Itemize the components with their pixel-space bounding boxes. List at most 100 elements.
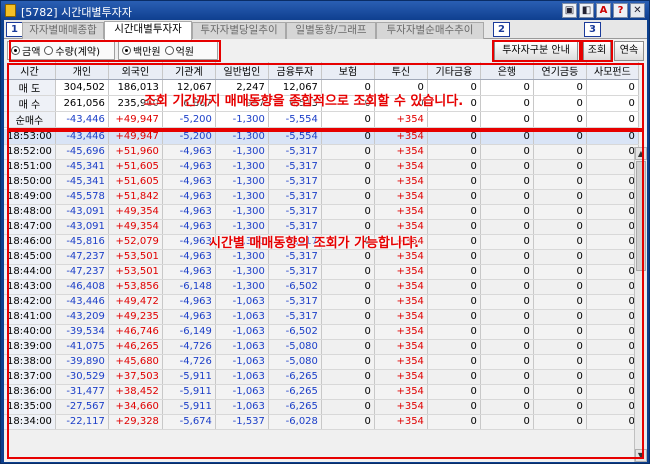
scroll-up-icon[interactable]: ▲ bbox=[635, 147, 647, 160]
table-row[interactable]: 18:43:00 -46,408 +53,856 -6,148 -1,300 -6,502… bbox=[4, 279, 639, 295]
query-button[interactable]: 조회 bbox=[583, 41, 611, 61]
tab-daily-trend[interactable]: 투자자별당일추이 bbox=[192, 22, 286, 39]
value-cell: 0 bbox=[533, 354, 587, 370]
column-header[interactable]: 개인 bbox=[55, 62, 109, 80]
value-cell: 0 bbox=[321, 159, 375, 175]
window-title: [5782] 시간대별투자자 bbox=[21, 6, 132, 19]
column-header[interactable]: 연기금등 bbox=[533, 62, 587, 80]
value-cell: +51,605 bbox=[108, 159, 163, 175]
radio-amount[interactable]: 금액 bbox=[11, 43, 40, 58]
column-header[interactable]: 일반법인 bbox=[215, 62, 269, 80]
time-cell: 18:39:00 bbox=[4, 339, 56, 355]
column-header[interactable]: 보험 bbox=[321, 62, 375, 80]
table-row[interactable]: 18:39:00 -41,075 +46,265 -4,726 -1,063 -5,080… bbox=[4, 339, 639, 355]
continue-button[interactable]: 연속 bbox=[614, 41, 644, 61]
unit-group: 백만원 억원 bbox=[118, 41, 218, 60]
summary-cell: 0 bbox=[480, 95, 534, 112]
radio-quantity[interactable]: 수량(계약) bbox=[44, 43, 100, 58]
value-cell: -5,317 bbox=[268, 174, 322, 190]
help-icon[interactable]: ? bbox=[613, 3, 628, 18]
column-header[interactable]: 투신 bbox=[374, 62, 428, 80]
table-row[interactable]: 18:49:00 -45,578 +51,842 -4,963 -1,300 -5,317… bbox=[4, 189, 639, 205]
table-row[interactable]: 18:44:00 -47,237 +53,501 -4,963 -1,300 -5,317… bbox=[4, 264, 639, 280]
scroll-thumb[interactable] bbox=[636, 161, 646, 271]
time-cell: 18:46:00 bbox=[4, 234, 56, 250]
column-header[interactable]: 사모펀드 bbox=[586, 62, 639, 80]
close-icon[interactable]: ✕ bbox=[630, 3, 645, 18]
value-cell: 0 bbox=[586, 354, 639, 370]
tab-daily-graph[interactable]: 일별동향/그래프 bbox=[286, 22, 376, 39]
value-cell: -6,265 bbox=[268, 369, 322, 385]
value-cell: +51,842 bbox=[108, 189, 163, 205]
tab-net-buy-trend[interactable]: 투자자별순매수추이 bbox=[376, 22, 484, 39]
table-row[interactable]: 18:51:00 -45,341 +51,605 -4,963 -1,300 -5,317… bbox=[4, 159, 639, 175]
value-cell: 0 bbox=[321, 354, 375, 370]
value-cell: -43,091 bbox=[55, 219, 109, 235]
tab-investor-summary[interactable]: 자자별매매종합 bbox=[22, 22, 104, 39]
value-cell: 0 bbox=[321, 249, 375, 265]
value-cell: +354 bbox=[374, 279, 428, 295]
table-row[interactable]: 18:35:00 -27,567 +34,660 -5,911 -1,063 -6,265… bbox=[4, 399, 639, 415]
column-header[interactable]: 은행 bbox=[480, 62, 534, 80]
table-row[interactable]: 18:48:00 -43,091 +49,354 -4,963 -1,300 -5,317… bbox=[4, 204, 639, 220]
value-cell: -1,300 bbox=[215, 279, 269, 295]
scroll-down-icon[interactable]: ▼ bbox=[635, 449, 647, 462]
value-cell: -1,063 bbox=[215, 339, 269, 355]
value-cell: +49,354 bbox=[108, 204, 163, 220]
table-row[interactable]: 18:38:00 -39,890 +45,680 -4,726 -1,063 -5,080… bbox=[4, 354, 639, 370]
value-cell: 0 bbox=[586, 174, 639, 190]
vertical-scrollbar[interactable]: ▲ ▼ bbox=[634, 147, 647, 462]
value-cell: -1,300 bbox=[215, 129, 269, 145]
table-row[interactable]: 18:42:00 -43,446 +49,472 -4,963 -1,063 -5,317… bbox=[4, 294, 639, 310]
table-row[interactable]: 18:34:00 -22,117 +29,328 -5,674 -1,537 -6,028… bbox=[4, 414, 639, 430]
value-cell: -1,300 bbox=[215, 204, 269, 220]
table-row[interactable]: 18:37:00 -30,529 +37,503 -5,911 -1,063 -6,265… bbox=[4, 369, 639, 385]
table-row[interactable]: 18:53:00 -43,446 +49,947 -5,200 -1,300 -5,554… bbox=[4, 129, 639, 145]
value-cell: -5,317 bbox=[268, 159, 322, 175]
value-cell: 0 bbox=[586, 249, 639, 265]
options-row: 금액 수량(계약) 백만원 억원 투자자구분 안내 조회 연속 bbox=[4, 40, 647, 62]
tab-time-investor[interactable]: 시간대별투자자 bbox=[104, 21, 192, 40]
value-cell: 0 bbox=[321, 324, 375, 340]
radio-dot-icon bbox=[164, 46, 174, 55]
time-cell: 18:37:00 bbox=[4, 369, 56, 385]
column-header[interactable]: 시간 bbox=[4, 62, 56, 80]
table-row[interactable]: 18:45:00 -47,237 +53,501 -4,963 -1,300 -5,317… bbox=[4, 249, 639, 265]
table-row[interactable]: 18:41:00 -43,209 +49,235 -4,963 -1,063 -5,317… bbox=[4, 309, 639, 325]
title-bar[interactable]: [5782] 시간대별투자자 ▣ ◧ A ? ✕ bbox=[1, 1, 649, 20]
value-cell: 0 bbox=[533, 339, 587, 355]
time-cell: 18:41:00 bbox=[4, 309, 56, 325]
summary-label: 매 수 bbox=[4, 95, 56, 112]
column-header[interactable]: 기관계 bbox=[162, 62, 216, 80]
value-cell: 0 bbox=[586, 339, 639, 355]
table-row[interactable]: 18:40:00 -39,534 +46,746 -6,149 -1,063 -6,502… bbox=[4, 324, 639, 340]
value-cell: +46,265 bbox=[108, 339, 163, 355]
rows-body: 18:53:00 -43,446 +49,947 -5,200 -1,300 -5,554… bbox=[4, 129, 639, 430]
column-header[interactable]: 외국인 bbox=[108, 62, 163, 80]
value-cell: +38,452 bbox=[108, 384, 163, 400]
window-mode-icon[interactable]: ▣ bbox=[562, 3, 577, 18]
table-row[interactable]: 18:36:00 -31,477 +38,452 -5,911 -1,063 -6,265… bbox=[4, 384, 639, 400]
column-header[interactable]: 금융투자 bbox=[268, 62, 322, 80]
value-cell: +354 bbox=[374, 129, 428, 145]
time-cell: 18:53:00 bbox=[4, 129, 56, 145]
link-icon[interactable]: ◧ bbox=[579, 3, 594, 18]
value-cell: -27,567 bbox=[55, 399, 109, 415]
value-cell: 0 bbox=[533, 384, 587, 400]
time-cell: 18:48:00 bbox=[4, 204, 56, 220]
radio-dot-icon bbox=[122, 46, 131, 55]
radio-million[interactable]: 백만원 bbox=[122, 43, 161, 58]
value-cell: -1,300 bbox=[215, 174, 269, 190]
value-cell: -31,477 bbox=[55, 384, 109, 400]
header-row: 시간 개인 외국인 기관계 일반법인 금융투자 보험 투신 기타금융 은행 연기금등 사모펀드 bbox=[4, 62, 639, 80]
table-row[interactable]: 18:52:00 -45,696 +51,960 -4,963 -1,300 -5,317… bbox=[4, 144, 639, 160]
investor-guide-button[interactable]: 투자자구분 안내 bbox=[494, 41, 578, 61]
font-size-icon[interactable]: A bbox=[596, 3, 611, 18]
column-header[interactable]: 기타금융 bbox=[427, 62, 481, 80]
value-cell: 0 bbox=[427, 399, 481, 415]
tab-bar: 1 자자별매매종합 시간대별투자자 투자자별당일추이 일별동향/그래프 투자자별… bbox=[4, 20, 647, 40]
value-cell: 0 bbox=[586, 144, 639, 160]
radio-hundred-million[interactable]: 억원 bbox=[164, 43, 194, 58]
value-cell: 0 bbox=[480, 354, 534, 370]
table-row[interactable]: 18:50:00 -45,341 +51,605 -4,963 -1,300 -5,317… bbox=[4, 174, 639, 190]
